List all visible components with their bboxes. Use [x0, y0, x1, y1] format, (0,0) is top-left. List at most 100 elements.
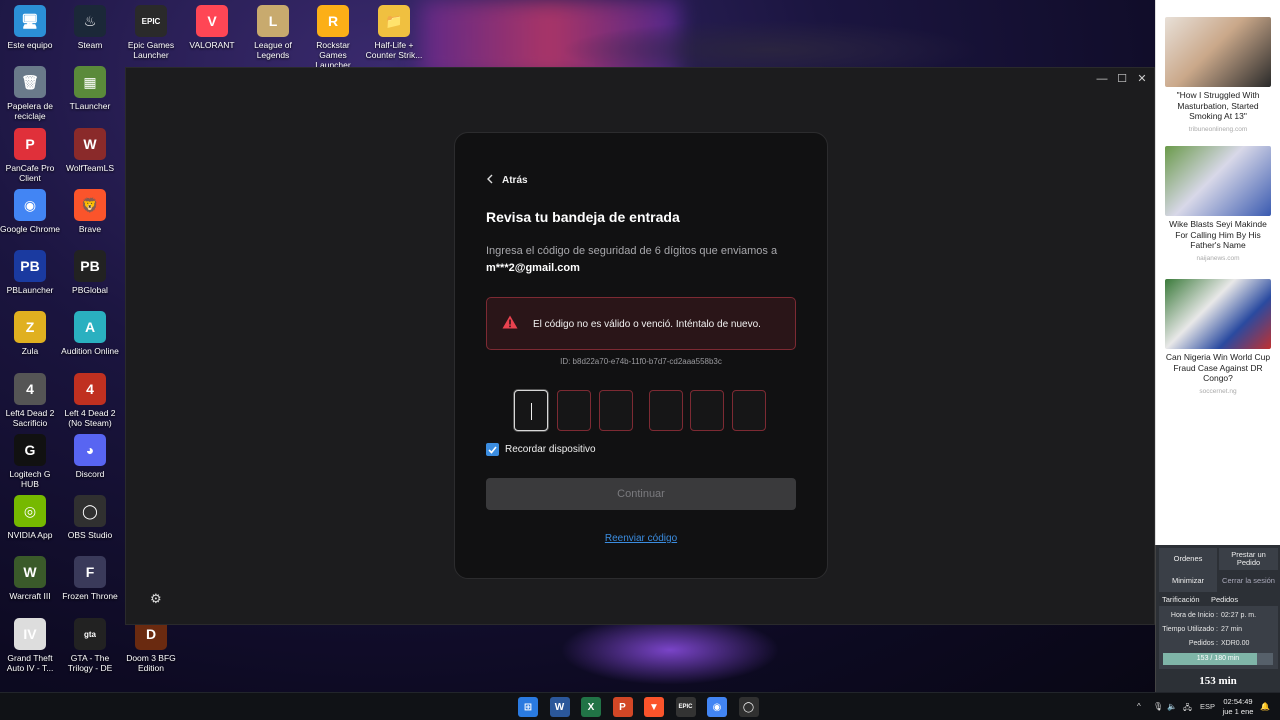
orders-button[interactable]: Ordenes	[1159, 548, 1217, 570]
back-button[interactable]: Atrás	[486, 174, 528, 187]
desktop-icon-label: PBGlobal	[72, 285, 108, 295]
powerpoint-icon[interactable]: P	[612, 697, 633, 717]
desktop-icon[interactable]: ◉ Google Chrome	[0, 189, 60, 234]
pancafe-icon: P	[14, 128, 46, 160]
code-digit-2[interactable]	[557, 390, 591, 431]
excel-icon[interactable]: X	[581, 697, 601, 717]
ad-item[interactable]: Wike Blasts Seyi Makinde For Calling Him…	[1165, 146, 1271, 262]
desktop-icon[interactable]: IV Grand Theft Auto IV - T...	[0, 618, 60, 673]
ad-title: "How I Struggled With Masturbation, Star…	[1176, 90, 1260, 121]
desktop-icon[interactable]: W WolfTeamLS	[60, 128, 120, 173]
code-digit-6[interactable]	[732, 390, 766, 431]
desktop-icon[interactable]: ◕ Discord	[60, 434, 120, 479]
desktop-icon[interactable]: 🦁 Brave	[60, 189, 120, 234]
desktop-icon[interactable]: gta GTA - The Trilogy - DE	[60, 618, 120, 673]
desktop-icon-label: Audition Online	[61, 346, 119, 356]
tab-billing[interactable]: Tarificación	[1162, 595, 1200, 604]
desktop-icon[interactable]: ♨ Steam	[60, 5, 120, 50]
desktop-icon[interactable]: L League of Legends	[243, 5, 303, 60]
recycle-bin-icon: 🗑	[14, 66, 46, 98]
desktop-icon[interactable]: P PanCafe Pro Client	[0, 128, 60, 183]
desktop-icon[interactable]: 4 Left4 Dead 2 Sacrificio	[0, 373, 60, 428]
settings-gear-icon[interactable]: ⚙	[150, 591, 162, 607]
text-caret	[531, 403, 532, 420]
time-progress-label: 153 / 180 min	[1196, 655, 1240, 662]
clock[interactable]: 02:54:49 jue 1 ene	[1218, 697, 1258, 717]
brave-taskbar-icon[interactable]: ▼	[644, 697, 664, 717]
remember-device-checkbox[interactable]	[486, 443, 499, 456]
desktop-icon[interactable]: ▦ TLauncher	[60, 66, 120, 111]
code-digit-3[interactable]	[599, 390, 633, 431]
back-label: Atrás	[502, 175, 528, 186]
minimize-button[interactable]: Minimizar	[1159, 570, 1217, 592]
desktop-icon[interactable]: F Frozen Throne	[60, 556, 120, 601]
desktop-icon[interactable]: W Warcraft III	[0, 556, 60, 601]
desktop-icon-label: Logitech G HUB	[9, 469, 51, 489]
desktop-icon[interactable]: ◎ NVIDIA App	[0, 495, 60, 540]
epic-taskbar-icon[interactable]: EPIC	[675, 697, 696, 717]
desktop-icon-label: TLauncher	[69, 101, 111, 111]
resend-code-link[interactable]: Reenviar código	[455, 533, 827, 544]
time-used-value: 27 min	[1221, 626, 1243, 633]
desktop-icon[interactable]: 🗑 Papelera de reciclaje	[0, 66, 60, 121]
orders-amount-value: XDR0.00	[1221, 640, 1250, 647]
code-digit-1[interactable]	[514, 390, 548, 431]
desktop-icon[interactable]: ◯ OBS Studio	[60, 495, 120, 540]
taskbar: ⊞ W X P ▼ EPIC ◉ ◯ ^ 🎙 🔈 🖧 ESP 02:54:49 jue 1 e…	[0, 692, 1280, 720]
desktop-icon-label: Papelera de reciclaje	[7, 101, 53, 121]
brave-icon: 🦁	[74, 189, 106, 221]
tray-chevron-icon[interactable]: ^	[1137, 702, 1141, 711]
desktop-icon-label: WolfTeamLS	[65, 163, 115, 173]
window-maximize-button[interactable]: ☐	[1112, 72, 1132, 86]
remember-device-option[interactable]: Recordar dispositivo	[486, 443, 596, 456]
epic-games-login-window: — ☐ ✕ ⚙ Atrás Revisa tu bandeja de entra…	[125, 67, 1155, 625]
desktop-icon[interactable]: 🖥 Este equipo	[0, 5, 60, 50]
desktop-icon-label: Left4 Dead 2 Sacrificio	[5, 408, 55, 428]
ad-item[interactable]: "How I Struggled With Masturbation, Star…	[1165, 17, 1271, 133]
session-info: Hora de Inicio : 02:27 p. m. Tiempo Util…	[1159, 606, 1278, 669]
language-indicator[interactable]: ESP	[1200, 702, 1215, 711]
desktop-icon[interactable]: PB PBLauncher	[0, 250, 60, 295]
code-digit-5[interactable]	[690, 390, 724, 431]
desktop-icon[interactable]: A Audition Online	[60, 311, 120, 356]
network-icon[interactable]: 🖧	[1183, 702, 1192, 716]
desktop-icon-label: OBS Studio	[67, 530, 113, 540]
desktop-icon[interactable]: R Rockstar Games Launcher	[303, 5, 363, 70]
microphone-icon[interactable]: 🎙	[1153, 702, 1163, 711]
pbglobal-icon: PB	[74, 250, 106, 282]
word-icon[interactable]: W	[549, 697, 570, 717]
cafe-timer-panel: Ordenes Prestar un Pedido Minimizar Cerr…	[1155, 545, 1280, 692]
windows-start-icon[interactable]: ⊞	[518, 697, 538, 717]
ad-source: tribuneonlineng.com	[1188, 125, 1248, 133]
window-minimize-button[interactable]: —	[1092, 72, 1112, 86]
desktop-icon[interactable]: 📁 Half-Life + Counter Strik...	[364, 5, 424, 60]
desktop-icon[interactable]: V VALORANT	[182, 5, 242, 50]
desktop-icon-label: Este equipo	[7, 40, 53, 50]
lend-order-button[interactable]: Prestar un Pedido	[1219, 548, 1278, 570]
desktop-icon-label: Discord	[75, 469, 105, 479]
ad-item[interactable]: Can Nigeria Win World Cup Fraud Case Aga…	[1165, 279, 1271, 395]
warning-triangle-icon	[502, 315, 518, 334]
wolfteam-icon: W	[74, 128, 106, 160]
desktop-icon[interactable]: Z Zula	[0, 311, 60, 356]
desktop-icon[interactable]: D Doom 3 BFG Edition	[121, 618, 181, 673]
tab-orders[interactable]: Pedidos	[1211, 595, 1238, 604]
desktop-icon[interactable]: EPIC Epic Games Launcher	[121, 5, 181, 60]
notification-bell-icon[interactable]: 🔔	[1260, 702, 1270, 711]
code-digit-4[interactable]	[649, 390, 683, 431]
desktop-icon[interactable]: G Logitech G HUB	[0, 434, 60, 489]
desktop-icon[interactable]: PB PBGlobal	[60, 250, 120, 295]
continue-button[interactable]: Continuar	[486, 478, 796, 510]
chrome-taskbar-icon[interactable]: ◉	[707, 697, 727, 717]
desktop-icon-label: Half-Life + Counter Strik...	[365, 40, 423, 60]
desktop-icon-label: PanCafe Pro Client	[5, 163, 55, 183]
frozen-throne-icon: F	[74, 556, 106, 588]
obs-taskbar-icon[interactable]: ◯	[738, 697, 759, 717]
error-message: El código no es válido o venció. Inténta…	[533, 319, 761, 330]
window-close-button[interactable]: ✕	[1132, 72, 1152, 86]
clock-date: jue 1 ene	[1222, 707, 1254, 716]
speaker-icon[interactable]: 🔈	[1167, 702, 1177, 711]
desktop-icon[interactable]: 4 Left 4 Dead 2 (No Steam)	[60, 373, 120, 428]
start-time-label: Hora de Inicio :	[1170, 612, 1218, 619]
logout-button[interactable]: Cerrar la sesión	[1219, 570, 1278, 592]
